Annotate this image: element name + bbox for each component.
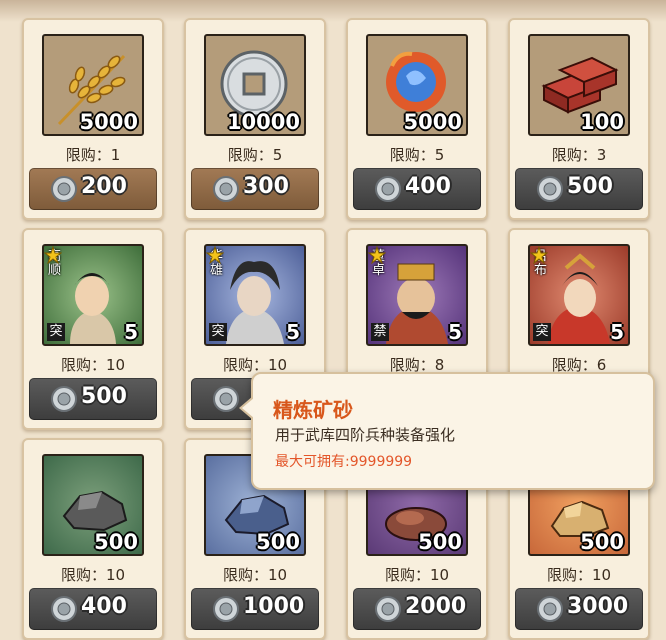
purchase-limit: 限购：10 [384,566,450,584]
hero-type-tag: 突 [533,323,551,341]
hero-star-count: 5 [610,320,624,344]
shop-item-card[interactable]: 500 限购：10 400 [22,438,164,640]
item-frame: 500 [42,454,144,556]
currency-coin-icon [213,176,239,202]
buy-button[interactable]: 400 [353,168,481,210]
currency-coin-icon [51,596,77,622]
item-quantity: 500 [94,530,138,554]
star-icon [368,246,386,264]
hero-star-count: 5 [124,320,138,344]
item-quantity: 500 [256,530,300,554]
item-price: 500 [567,174,613,199]
buy-button[interactable]: 400 [29,588,157,630]
item-frame: 5000 [42,34,144,136]
star-icon [206,246,224,264]
buy-button[interactable]: 500 [29,378,157,420]
item-frame: 100 [528,34,630,136]
buy-button[interactable]: 2000 [353,588,481,630]
purchase-limit: 限购：10 [60,566,126,584]
item-price: 500 [81,384,127,409]
star-icon [44,246,62,264]
hero-star-count: 5 [286,320,300,344]
hero-type-tag: 突 [209,323,227,341]
currency-coin-icon [213,386,239,412]
hero-card[interactable]: 高顺 突 5 限购：10 500 [22,228,164,430]
item-frame: 高顺 突 5 [42,244,144,346]
item-frame: 董卓 禁 5 [366,244,468,346]
shop-grid: 5000 限购：1 200 10000 限购：5 300 5000 限购：5 4… [0,0,666,640]
item-quantity: 5000 [79,110,138,134]
item-quantity: 500 [580,530,624,554]
item-price: 2000 [405,594,467,619]
currency-coin-icon [537,176,563,202]
item-frame: 5000 [366,34,468,136]
currency-coin-icon [375,176,401,202]
purchase-limit: 限购：5 [227,146,283,164]
item-tooltip: 精炼矿砂 用于武库四阶兵种装备强化 最大可拥有:9999999 [239,372,655,490]
currency-coin-icon [537,596,563,622]
tooltip-arrow-inner [242,398,254,418]
buy-button[interactable]: 200 [29,168,157,210]
purchase-limit: 限购：10 [222,566,288,584]
shop-item-card[interactable]: 5000 限购：5 400 [346,18,488,220]
item-quantity: 100 [580,110,624,134]
currency-coin-icon [375,596,401,622]
buy-button[interactable]: 1000 [191,588,319,630]
item-frame: 华雄 突 5 [204,244,306,346]
item-price: 400 [405,174,451,199]
star-icon [530,246,548,264]
purchase-limit: 限购：1 [65,146,121,164]
buy-button[interactable]: 500 [515,168,643,210]
item-price: 200 [81,174,127,199]
item-quantity: 10000 [226,110,300,134]
shop-item-card[interactable]: 100 限购：3 500 [508,18,650,220]
buy-button[interactable]: 300 [191,168,319,210]
currency-coin-icon [51,176,77,202]
shop-item-card[interactable]: 10000 限购：5 300 [184,18,326,220]
hero-star-count: 5 [448,320,462,344]
purchase-limit: 限购：10 [546,566,612,584]
purchase-limit: 限购：5 [389,146,445,164]
tooltip-max-hold: 最大可拥有:9999999 [275,454,413,470]
hero-type-tag: 突 [47,323,65,341]
currency-coin-icon [51,386,77,412]
item-price: 3000 [567,594,629,619]
buy-button[interactable]: 3000 [515,588,643,630]
item-frame: 10000 [204,34,306,136]
item-frame: 吕布 突 5 [528,244,630,346]
item-price: 400 [81,594,127,619]
item-price: 300 [243,174,289,199]
purchase-limit: 限购：3 [551,146,607,164]
currency-coin-icon [213,596,239,622]
purchase-limit: 限购：10 [60,356,126,374]
item-quantity: 5000 [403,110,462,134]
hero-type-tag: 禁 [371,323,389,341]
item-quantity: 500 [418,530,462,554]
tooltip-title: 精炼矿砂 [273,398,353,422]
tooltip-description: 用于武库四阶兵种装备强化 [275,426,456,444]
shop-item-card[interactable]: 5000 限购：1 200 [22,18,164,220]
item-price: 1000 [243,594,305,619]
